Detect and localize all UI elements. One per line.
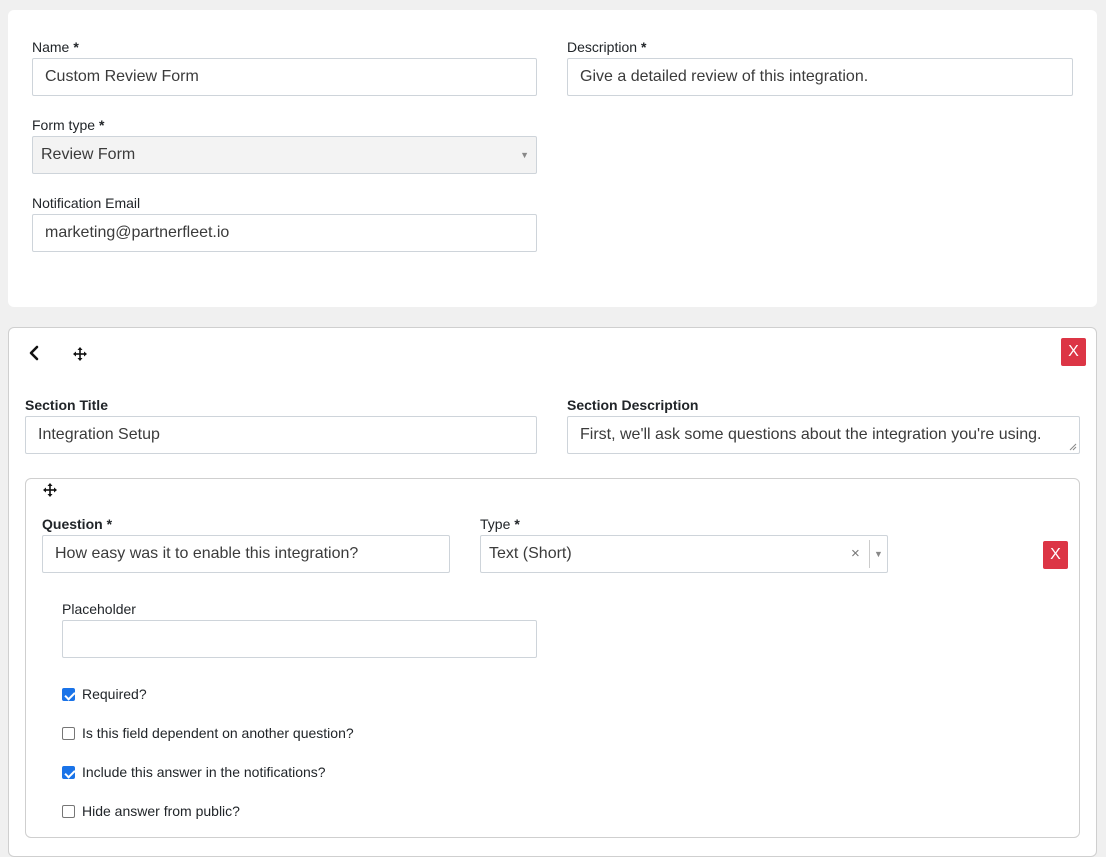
description-input[interactable]: Give a detailed review of this integrati… bbox=[567, 58, 1073, 96]
section-title-input[interactable]: Integration Setup bbox=[25, 416, 537, 454]
name-label: Name * bbox=[32, 39, 79, 55]
required-checkbox-label[interactable]: Required? bbox=[82, 686, 147, 702]
required-checkbox[interactable] bbox=[62, 688, 75, 701]
chevron-left-icon[interactable] bbox=[28, 345, 40, 366]
type-select[interactable]: Text (Short) × ▼ bbox=[480, 535, 888, 573]
caret-down-icon: ▼ bbox=[520, 150, 529, 160]
clear-selection-icon[interactable]: × bbox=[851, 536, 860, 572]
dependent-question-checkbox-label[interactable]: Is this field dependent on another quest… bbox=[82, 725, 354, 741]
question-label: Question * bbox=[42, 516, 113, 532]
type-value: Text (Short) bbox=[489, 545, 572, 562]
select-divider bbox=[869, 540, 870, 568]
form-details-card: Name * Custom Review Form Description * Gi… bbox=[8, 10, 1097, 307]
hide-answer-checkbox-label[interactable]: Hide answer from public? bbox=[82, 803, 240, 819]
section-description-textarea[interactable]: First, we'll ask some questions about th… bbox=[567, 416, 1080, 454]
form-type-value: Review Form bbox=[41, 146, 136, 163]
placeholder-label: Placeholder bbox=[62, 601, 136, 617]
move-arrows-icon[interactable] bbox=[42, 482, 58, 503]
section-title-label: Section Title bbox=[25, 397, 108, 413]
description-label: Description * bbox=[567, 39, 647, 55]
notification-email-input[interactable]: marketing@partnerfleet.io bbox=[32, 214, 537, 252]
remove-question-button[interactable]: X bbox=[1043, 541, 1068, 569]
include-in-notifications-checkbox-label[interactable]: Include this answer in the notifications… bbox=[82, 764, 326, 780]
form-type-select[interactable]: Review Form ▼ bbox=[32, 136, 537, 174]
section-description-value: First, we'll ask some questions about th… bbox=[580, 426, 1042, 443]
question-input[interactable]: How easy was it to enable this integrati… bbox=[42, 535, 450, 573]
move-arrows-icon[interactable] bbox=[72, 346, 88, 367]
notification-email-label: Notification Email bbox=[32, 195, 141, 211]
placeholder-input[interactable] bbox=[62, 620, 537, 658]
hide-answer-checkbox[interactable] bbox=[62, 805, 75, 818]
dependent-question-checkbox[interactable] bbox=[62, 727, 75, 740]
remove-section-button[interactable]: X bbox=[1061, 338, 1086, 366]
caret-down-icon[interactable]: ▼ bbox=[874, 536, 883, 572]
section-description-label: Section Description bbox=[567, 397, 699, 413]
name-input[interactable]: Custom Review Form bbox=[32, 58, 537, 96]
type-label: Type * bbox=[480, 516, 520, 532]
question-card bbox=[25, 478, 1080, 838]
resize-handle-icon[interactable] bbox=[1069, 443, 1077, 451]
include-in-notifications-checkbox[interactable] bbox=[62, 766, 75, 779]
form-type-label: Form type * bbox=[32, 117, 105, 133]
